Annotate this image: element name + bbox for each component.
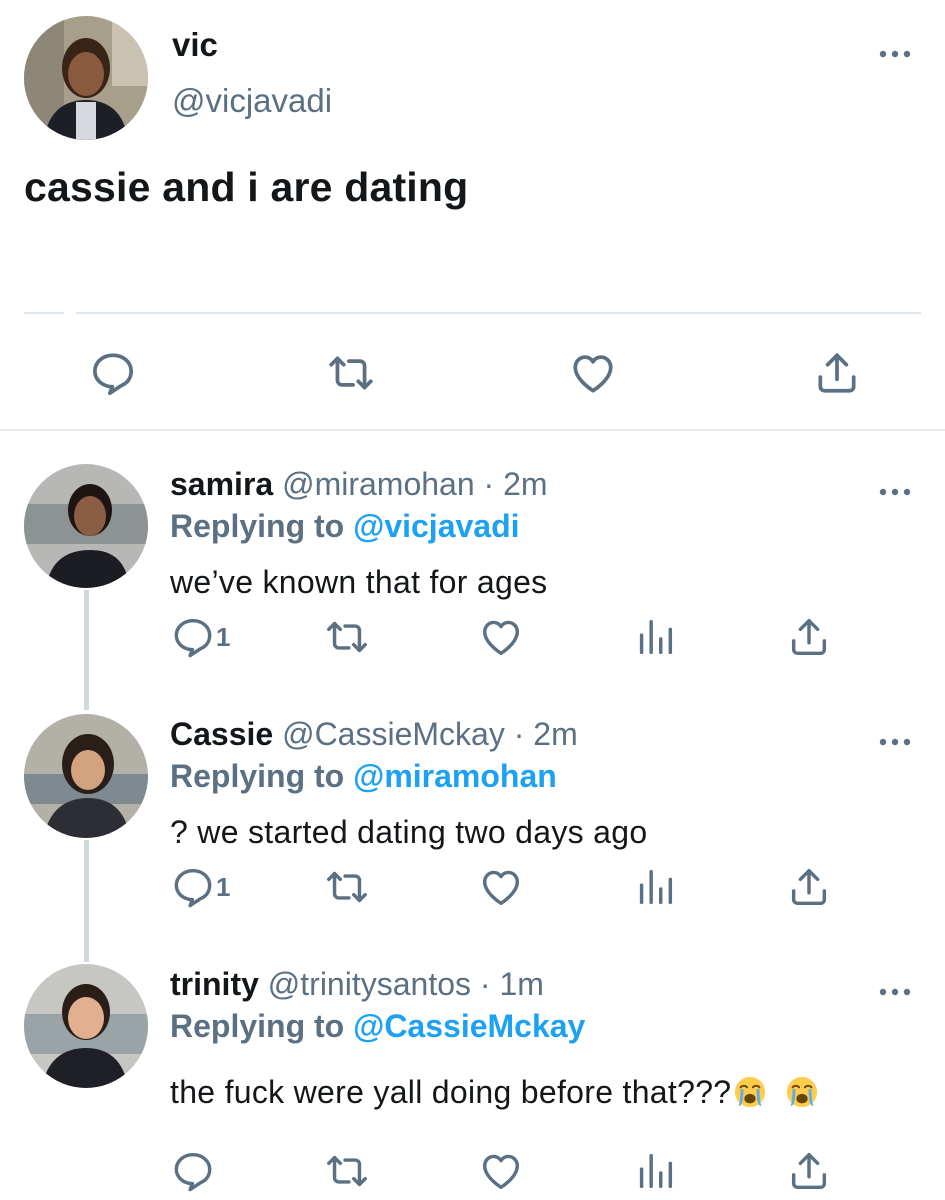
reply-tweet: Cassie @CassieMckay · 2m Replying to @mi… bbox=[0, 714, 945, 964]
display-name[interactable]: samira bbox=[170, 466, 273, 502]
avatar[interactable] bbox=[24, 464, 148, 588]
profile-photo-trinity bbox=[24, 964, 148, 1088]
heart-icon[interactable] bbox=[478, 1148, 524, 1194]
tweet-text: cassie and i are dating bbox=[24, 164, 469, 210]
reply-header: samira @miramohan · 2m bbox=[170, 466, 548, 503]
profile-photo-cassie bbox=[24, 714, 148, 838]
replying-to: Replying to @miramohan bbox=[170, 758, 557, 795]
more-icon[interactable] bbox=[875, 482, 915, 502]
tweet-text: we’ve known that for ages bbox=[170, 564, 548, 600]
handle[interactable]: @trinitysantos bbox=[268, 966, 471, 1002]
reply-count: 1 bbox=[216, 622, 231, 652]
reply-icon[interactable] bbox=[170, 614, 216, 660]
replying-to: Replying to @CassieMckay bbox=[170, 1008, 585, 1045]
display-name[interactable]: vic bbox=[172, 26, 218, 64]
analytics-icon[interactable] bbox=[632, 1148, 678, 1194]
analytics-icon[interactable] bbox=[632, 614, 678, 660]
handle[interactable]: @miramohan bbox=[282, 466, 475, 502]
more-icon[interactable] bbox=[875, 982, 915, 1002]
timestamp[interactable]: 2m bbox=[533, 716, 577, 752]
tweet-text: the fuck were yall doing before that??? bbox=[170, 1074, 732, 1110]
replying-to: Replying to @vicjavadi bbox=[170, 508, 520, 545]
timestamp[interactable]: 1m bbox=[499, 966, 543, 1002]
retweet-icon[interactable] bbox=[324, 864, 370, 910]
share-icon[interactable] bbox=[812, 348, 862, 398]
heart-icon[interactable] bbox=[478, 614, 524, 660]
mention-link[interactable]: @CassieMckay bbox=[353, 1008, 585, 1044]
mention-link[interactable]: @miramohan bbox=[353, 758, 557, 794]
separator-dot: · bbox=[479, 966, 491, 1002]
tweet-actions bbox=[0, 340, 945, 400]
tweet-actions: 1 bbox=[0, 864, 945, 914]
divider bbox=[76, 312, 921, 314]
separator-dot: · bbox=[483, 466, 495, 502]
replying-label: Replying to bbox=[170, 758, 345, 794]
reply-icon[interactable] bbox=[88, 348, 138, 398]
heart-icon[interactable] bbox=[478, 864, 524, 910]
more-icon[interactable] bbox=[875, 44, 915, 64]
reply-icon[interactable] bbox=[170, 1148, 216, 1194]
handle[interactable]: @vicjavadi bbox=[172, 82, 332, 120]
avatar[interactable] bbox=[24, 964, 148, 1088]
tweet-text-line: the fuck were yall doing before that??? bbox=[170, 1074, 819, 1111]
reply-header: trinity @trinitysantos · 1m bbox=[170, 966, 544, 1003]
more-icon[interactable] bbox=[875, 732, 915, 752]
mention-link[interactable]: @vicjavadi bbox=[353, 508, 519, 544]
profile-photo-vic bbox=[24, 16, 148, 140]
divider bbox=[24, 312, 64, 314]
profile-photo-samira bbox=[24, 464, 148, 588]
reply-count: 1 bbox=[216, 872, 231, 902]
loudly-crying-face-icon bbox=[733, 1075, 767, 1109]
display-name[interactable]: Cassie bbox=[170, 716, 273, 752]
tweet-actions: 1 bbox=[0, 614, 945, 664]
analytics-icon[interactable] bbox=[632, 864, 678, 910]
section-divider bbox=[0, 429, 945, 431]
reply-header: Cassie @CassieMckay · 2m bbox=[170, 716, 578, 753]
handle[interactable]: @CassieMckay bbox=[282, 716, 505, 752]
reply-tweet: samira @miramohan · 2m Replying to @vicj… bbox=[0, 464, 945, 714]
share-icon[interactable] bbox=[786, 614, 832, 660]
replying-label: Replying to bbox=[170, 508, 345, 544]
share-icon[interactable] bbox=[786, 864, 832, 910]
reply-icon[interactable] bbox=[170, 864, 216, 910]
avatar[interactable] bbox=[24, 16, 148, 140]
reply-tweet: trinity @trinitysantos · 1m Replying to … bbox=[0, 964, 945, 1200]
timestamp[interactable]: 2m bbox=[503, 466, 547, 502]
separator-dot: · bbox=[513, 716, 525, 752]
avatar[interactable] bbox=[24, 714, 148, 838]
heart-icon[interactable] bbox=[568, 348, 618, 398]
replying-label: Replying to bbox=[170, 1008, 345, 1044]
retweet-icon[interactable] bbox=[326, 348, 376, 398]
share-icon[interactable] bbox=[786, 1148, 832, 1194]
main-tweet: vic @vicjavadi cassie and i are dating bbox=[0, 0, 945, 430]
retweet-icon[interactable] bbox=[324, 614, 370, 660]
retweet-icon[interactable] bbox=[324, 1148, 370, 1194]
tweet-text: ? we started dating two days ago bbox=[170, 814, 648, 850]
loudly-crying-face-icon bbox=[785, 1075, 819, 1109]
display-name[interactable]: trinity bbox=[170, 966, 259, 1002]
tweet-actions bbox=[0, 1148, 945, 1198]
